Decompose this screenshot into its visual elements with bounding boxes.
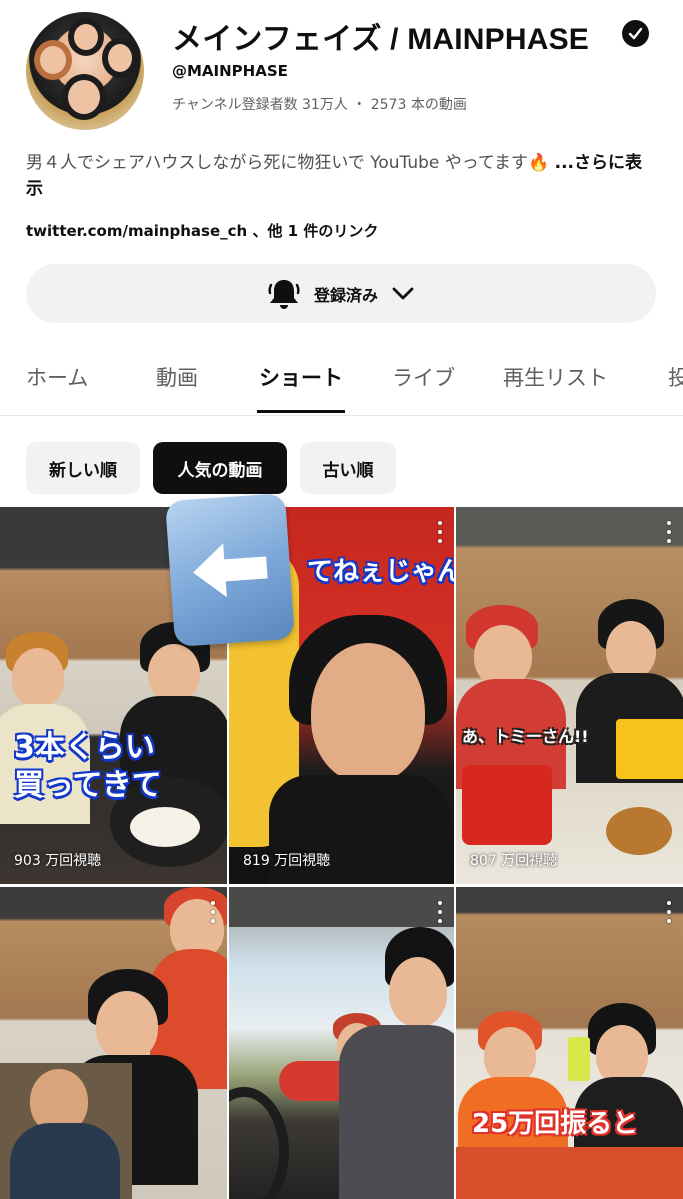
shorts-grid: 3本くらい 買ってきて 903 万回視聴 てねぇじゃん 819 万回視聴 あ、トミ… xyxy=(0,507,683,1199)
more-vert-icon[interactable] xyxy=(667,521,673,543)
verified-icon xyxy=(622,20,649,47)
chip-newest[interactable]: 新しい順 xyxy=(26,442,140,494)
tab-shorts[interactable]: ショート xyxy=(259,362,343,392)
fries xyxy=(462,765,552,845)
short-caption: 25万回振ると xyxy=(472,1109,639,1139)
left-arrow-icon xyxy=(165,492,295,648)
active-tab-indicator xyxy=(257,410,345,413)
tab-videos[interactable]: 動画 xyxy=(156,362,198,392)
avatar-face xyxy=(34,40,72,80)
view-count: 903 万回視聴 xyxy=(14,853,102,869)
chip-popular[interactable]: 人気の動画 xyxy=(153,442,287,494)
short-caption: 3本くらい 買ってきて xyxy=(14,729,162,805)
more-vert-icon[interactable] xyxy=(211,901,217,923)
caption-line: 買ってきて xyxy=(14,768,162,803)
channel-name: メインフェイズ / MAINPHASE xyxy=(172,23,590,56)
subscribe-label: 登録済み xyxy=(313,285,378,305)
cup xyxy=(646,719,683,779)
steering-wheel xyxy=(229,1087,289,1199)
car-ceiling xyxy=(229,887,454,927)
short-thumbnail[interactable]: 25万回振ると xyxy=(456,887,683,1199)
food xyxy=(130,807,200,847)
snacks xyxy=(456,1147,683,1199)
channel-avatar[interactable] xyxy=(26,12,144,130)
short-caption: あ、トミーさん!! xyxy=(462,727,589,746)
channel-header: メインフェイズ / MAINPHASE @MAINPHASE チャンネル登録者数… xyxy=(0,0,683,140)
tab-posts[interactable]: 投 xyxy=(668,362,683,392)
more-vert-icon[interactable] xyxy=(438,901,444,923)
caption-line: 3本くらい xyxy=(14,730,155,765)
subscribed-button[interactable]: 登録済み xyxy=(26,264,656,323)
channel-description[interactable]: 男４人でシェアハウスしながら死に物狂いで YouTube やってます🔥 ...さ… xyxy=(26,150,656,202)
short-caption: てねぇじゃん xyxy=(307,557,454,587)
short-thumbnail[interactable] xyxy=(0,887,227,1199)
description-text: 男４人でシェアハウスしながら死に物狂いで YouTube やってます🔥 xyxy=(26,153,555,173)
bell-icon xyxy=(268,279,300,309)
burger xyxy=(606,807,672,855)
avatar-face xyxy=(68,18,104,56)
short-thumbnail[interactable] xyxy=(229,887,454,1199)
channel-links[interactable]: twitter.com/mainphase_ch 、他 1 件のリンク xyxy=(26,220,378,241)
view-count: 807 万回視聴 xyxy=(470,853,558,869)
avatar-face xyxy=(102,38,138,78)
channel-tabs: ホーム 動画 ショート ライブ 再生リスト 投 xyxy=(0,344,683,416)
avatar-face xyxy=(62,74,106,120)
tab-home[interactable]: ホーム xyxy=(26,362,88,392)
tab-playlists[interactable]: 再生リスト xyxy=(503,362,608,392)
channel-stats: チャンネル登録者数 31万人 ・ 2573 本の動画 xyxy=(172,97,467,113)
more-vert-icon[interactable] xyxy=(667,901,673,923)
short-thumbnail[interactable]: あ、トミーさん!! 807 万回視聴 xyxy=(456,507,683,884)
channel-handle: @MAINPHASE xyxy=(172,62,288,80)
chip-oldest[interactable]: 古い順 xyxy=(300,442,396,494)
chevron-down-icon xyxy=(392,287,414,299)
view-count: 819 万回視聴 xyxy=(243,853,331,869)
tab-live[interactable]: ライブ xyxy=(392,362,455,392)
more-vert-icon[interactable] xyxy=(438,521,444,543)
drink-carton xyxy=(568,1037,590,1081)
